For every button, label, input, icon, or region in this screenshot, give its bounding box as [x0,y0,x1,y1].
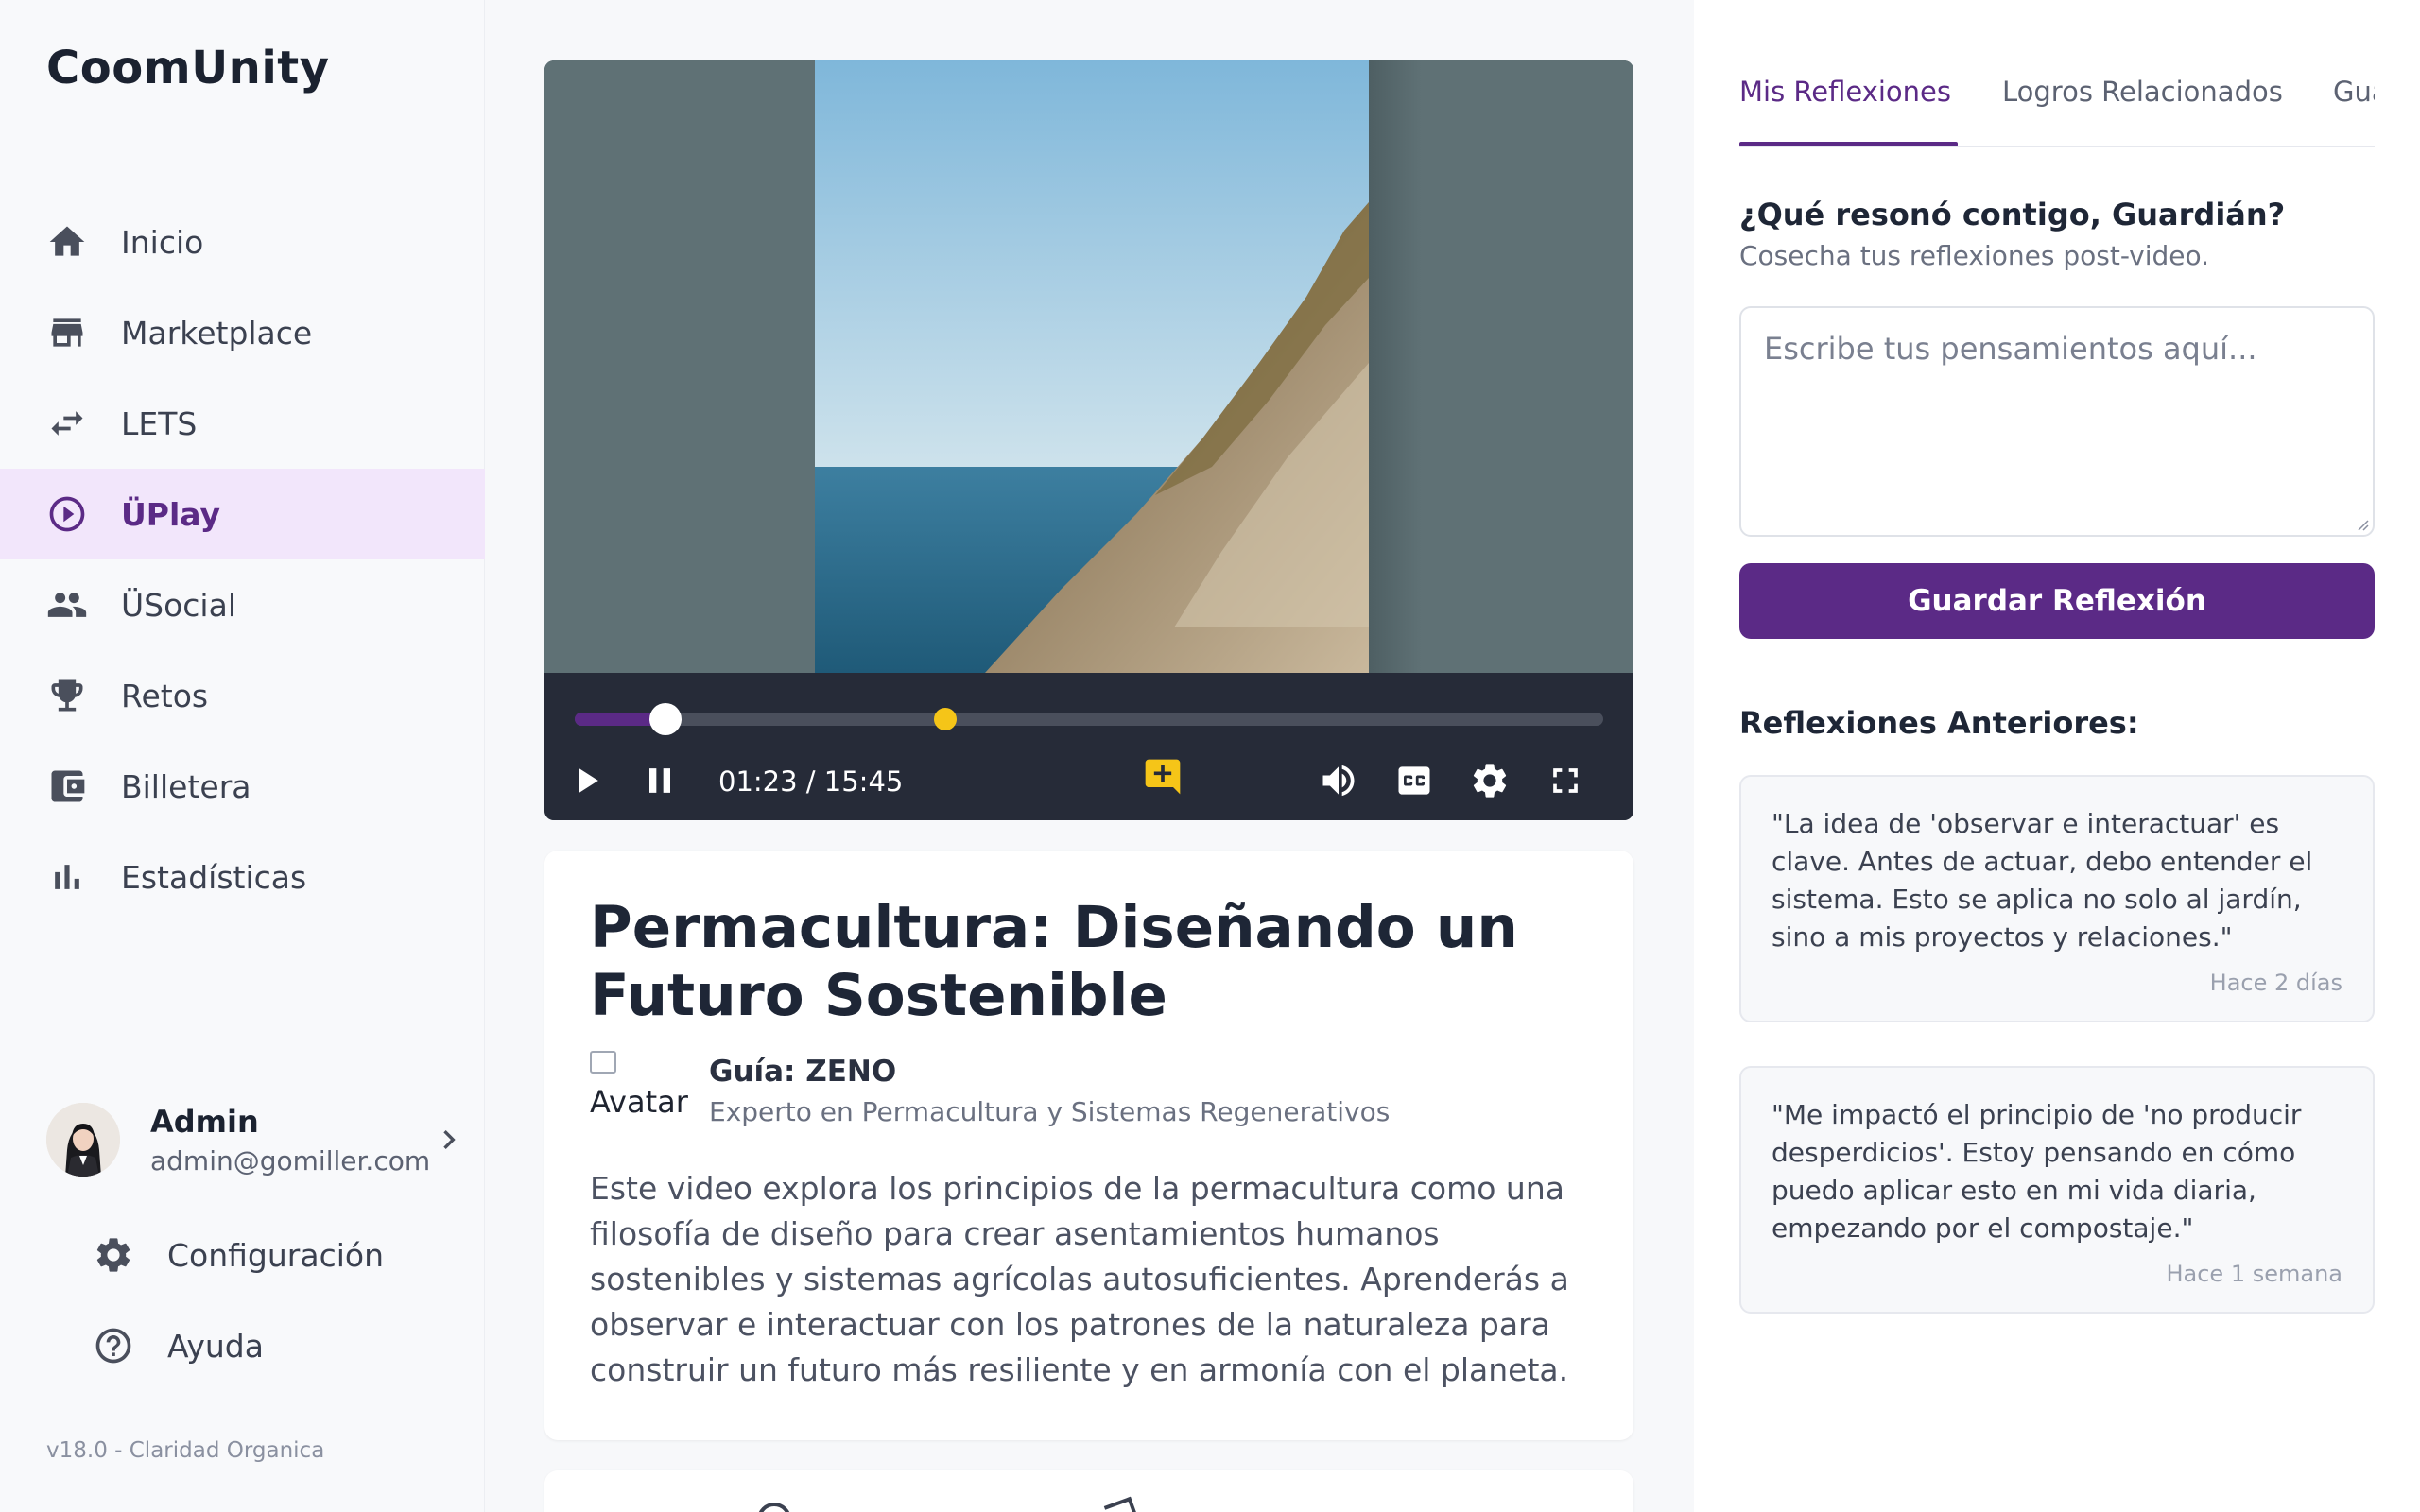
next-section-card [544,1470,1634,1512]
user-name: Admin [150,1103,259,1140]
time-display: 01:23 / 15:45 [718,765,904,798]
clock-icon [757,1503,791,1512]
app-version: v18.0 - Claridad Organica [46,1438,325,1463]
guide-name: Guía: ZENO [709,1055,897,1089]
tab-mis-reflexiones[interactable]: Mis Reflexiones [1739,76,1951,108]
pause-icon [649,768,670,793]
sidebar: CoomUnity Inicio Marketplace LETS ÜPlay … [0,0,485,1512]
home-icon [46,221,88,263]
user-info: Admin admin@gomiller.com [150,1104,430,1177]
pause-button[interactable] [637,758,683,803]
panel-tabs: Mis Reflexiones Logros Relacionados Guar… [1739,0,2375,147]
play-icon [579,768,598,793]
share-icon [1103,1496,1141,1512]
user-email: admin@gomiller.com [150,1144,431,1177]
resize-grip-icon[interactable] [2356,518,2369,531]
tab-logros-relacionados[interactable]: Logros Relacionados [2002,76,2283,108]
captions-button[interactable] [1392,758,1437,803]
sidebar-item-usocial[interactable]: ÜSocial [0,559,485,650]
sidebar-item-label: ÜSocial [121,586,236,624]
question-marker[interactable] [933,708,957,730]
sidebar-item-lets[interactable]: LETS [0,378,485,469]
reflection-card: "La idea de 'observar e interactuar' es … [1739,775,2375,1022]
video-info-card: Permacultura: Diseñando un Futuro Sosten… [544,850,1634,1440]
reflection-quote: "Me impactó el principio de 'no producir… [1772,1099,2302,1244]
add-note-button[interactable] [1140,754,1185,799]
reflection-subtitle: Cosecha tus reflexiones post-video. [1739,240,2210,271]
sidebar-item-retos[interactable]: Retos [0,650,485,741]
sidebar-item-billetera[interactable]: Billetera [0,741,485,832]
help-icon [93,1325,134,1366]
gear-icon [1473,764,1507,798]
wallet-icon [46,765,88,807]
active-tab-indicator [1739,142,1958,146]
player-controls: 01:23 / 15:45 [544,673,1634,820]
reflection-panel: Mis Reflexiones Logros Relacionados Guar… [1694,0,2420,1512]
trophy-icon [46,675,88,716]
gear-icon [93,1234,134,1276]
guide-info: Avatar Guía: ZENO Experto en Permacultur… [590,1049,1592,1134]
video-frame[interactable] [544,60,1634,673]
avatar [46,1103,120,1177]
sidebar-item-marketplace[interactable]: Marketplace [0,287,485,378]
video-player[interactable]: 01:23 / 15:45 [544,60,1634,820]
fullscreen-button[interactable] [1543,758,1588,803]
people-icon [46,584,88,626]
bar-chart-icon [46,856,88,898]
sidebar-item-label: Billetera [121,767,251,805]
video-wall-right [1369,60,1634,673]
progress-handle[interactable] [648,703,682,735]
sidebar-item-label: Marketplace [121,314,313,352]
previous-reflections-title: Reflexiones Anteriores: [1739,705,2139,741]
guide-avatar-alt: Avatar [590,1084,688,1120]
play-button[interactable] [563,758,609,803]
sidebar-item-label: Ayuda [167,1327,264,1365]
sidebar-item-label: Inicio [121,223,204,261]
fullscreen-icon [1553,768,1578,793]
sidebar-item-label: Configuración [167,1236,385,1274]
add-comment-icon [1145,759,1181,795]
sidebar-item-ayuda[interactable]: Ayuda [93,1300,384,1391]
save-reflection-button[interactable]: Guardar Reflexión [1739,563,2375,639]
video-title: Permacultura: Diseñando un Futuro Sosten… [590,894,1518,1029]
main-content: 01:23 / 15:45 Permacultura: Diseñando un… [486,0,1693,1512]
reflection-timestamp: Hace 1 semana [2166,1261,2342,1287]
main-nav: Inicio Marketplace LETS ÜPlay ÜSocial Re… [0,197,485,922]
reflection-card: "Me impactó el principio de 'no producir… [1739,1066,2375,1314]
broken-image-icon [590,1051,616,1074]
settings-button[interactable] [1467,758,1512,803]
video-wall-left [544,60,815,673]
swap-icon [46,403,88,444]
reflection-quote: "La idea de 'observar e interactuar' es … [1772,808,2313,953]
sidebar-item-label: Retos [121,677,209,714]
reflection-question: ¿Qué resonó contigo, Guardián? [1739,197,2286,232]
brand-logo[interactable]: CoomUnity [46,42,330,94]
volume-icon [1322,765,1355,797]
closed-captions-icon [1398,766,1430,795]
video-description: Este video explora los principios de la … [590,1170,1569,1388]
sidebar-item-label: ÜPlay [121,495,221,533]
user-profile[interactable]: Admin admin@gomiller.com [46,1100,456,1179]
play-circle-icon [46,493,88,535]
reflection-input[interactable] [1739,306,2375,537]
tab-guardian[interactable]: Guardián [2333,76,2375,108]
progress-bar[interactable] [575,703,1603,735]
volume-button[interactable] [1316,758,1361,803]
sidebar-item-label: Estadísticas [121,858,307,896]
sidebar-item-configuracion[interactable]: Configuración [93,1210,384,1300]
store-icon [46,312,88,353]
chevron-right-icon [430,1121,468,1159]
guide-role: Experto en Permacultura y Sistemas Regen… [709,1096,1391,1127]
sidebar-item-label: LETS [121,404,198,442]
sidebar-item-estadisticas[interactable]: Estadísticas [0,832,485,922]
sidebar-item-inicio[interactable]: Inicio [0,197,485,287]
guide-avatar: Avatar [590,1051,688,1119]
reflection-timestamp: Hace 2 días [2209,970,2342,996]
secondary-nav: Configuración Ayuda [93,1210,384,1391]
sidebar-item-uplay[interactable]: ÜPlay [0,469,485,559]
video-thumbnail [815,60,1369,673]
